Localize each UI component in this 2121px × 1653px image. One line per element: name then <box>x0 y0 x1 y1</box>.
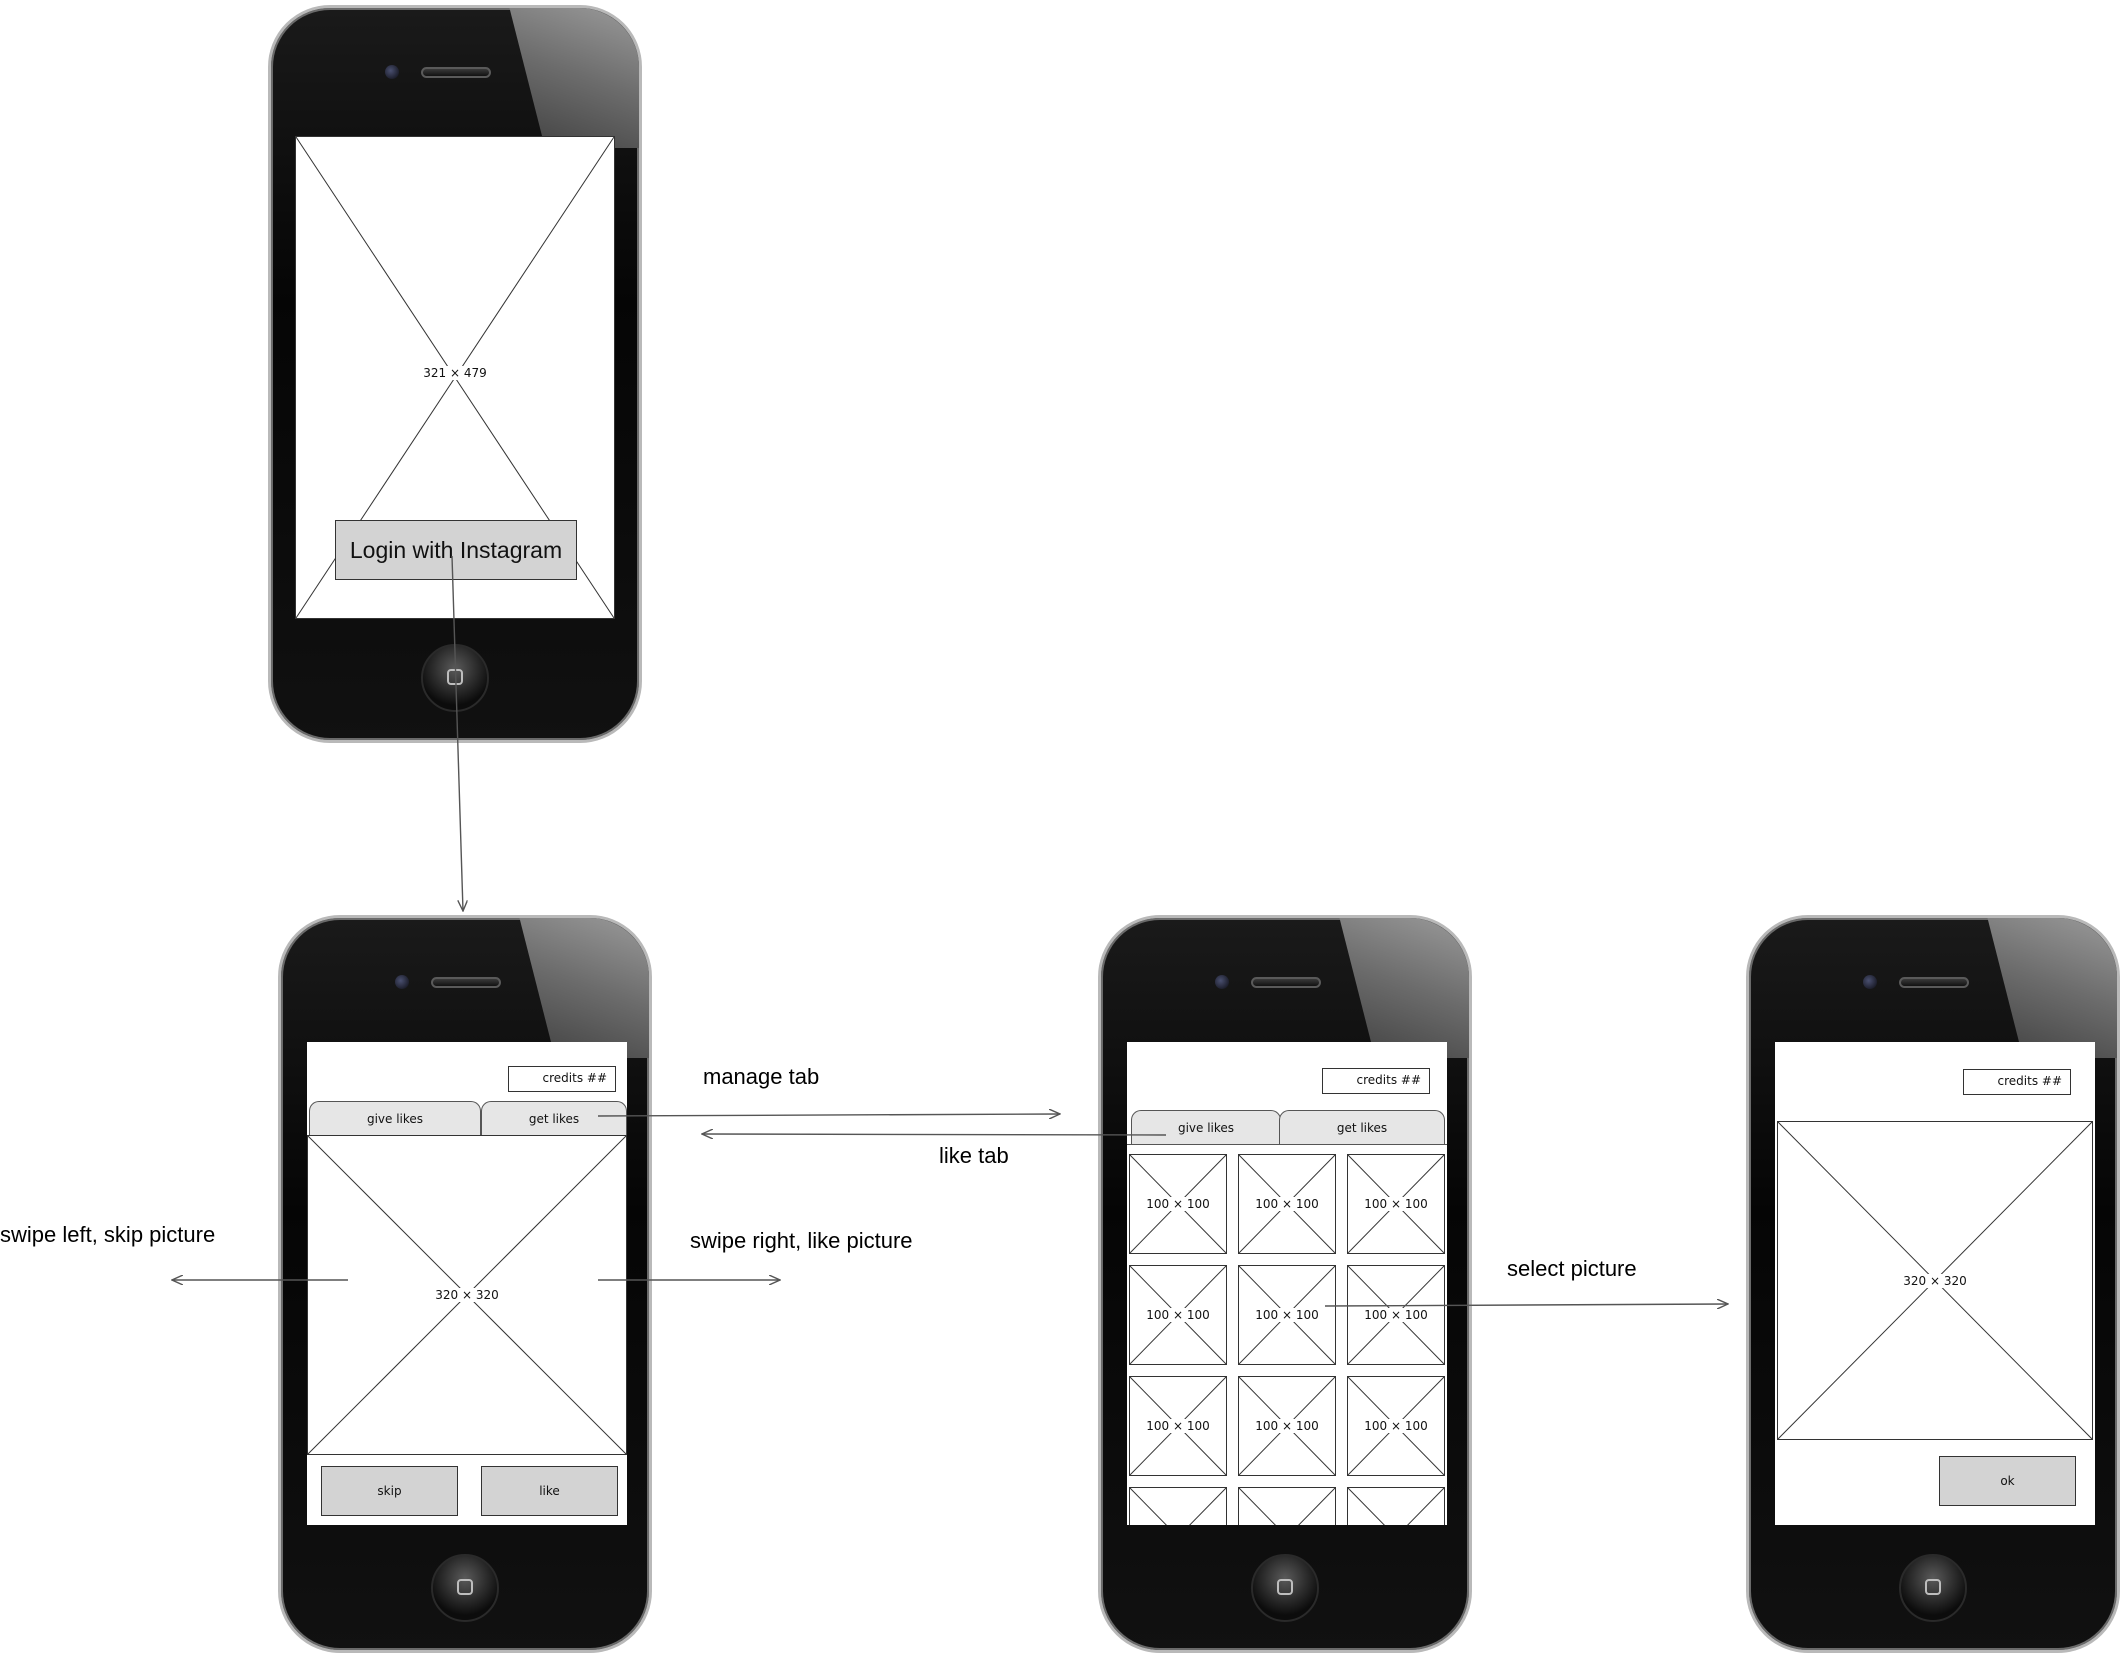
phone-gloss <box>1339 918 1469 1058</box>
thumbnail-placeholder[interactable]: 100 × 100 <box>1347 1376 1445 1476</box>
screen-give-likes: credits ## give likes get likes 320 × 32… <box>307 1042 627 1525</box>
camera-icon <box>1863 975 1877 989</box>
thumbnail-size-label: 100 × 100 <box>1253 1419 1321 1433</box>
thumbnail-size-label: 100 × 100 <box>1144 1308 1212 1322</box>
like-button[interactable]: like <box>481 1466 618 1516</box>
image-placeholder: 320 × 320 <box>307 1135 627 1455</box>
tab-give-likes[interactable]: give likes <box>309 1101 481 1135</box>
placeholder-size-label: 321 × 479 <box>421 365 489 380</box>
phone-get-likes-grid: credits ## give likes get likes 100 × 10… <box>1098 915 1472 1653</box>
phone-login: 321 × 479 Login with Instagram <box>268 5 642 743</box>
home-button-icon[interactable] <box>431 1554 499 1622</box>
ok-button[interactable]: ok <box>1939 1456 2076 1506</box>
speaker-icon <box>1251 977 1321 988</box>
thumbnail-grid: 100 × 100 100 × 100 100 × 100 100 × 100 100 … <box>1127 1144 1447 1525</box>
thumbnail-placeholder[interactable] <box>1238 1487 1336 1525</box>
wireframe-canvas: 321 × 479 Login with Instagram credits #… <box>0 0 2121 1653</box>
phone-gloss <box>1987 918 2117 1058</box>
thumbnail-placeholder[interactable]: 100 × 100 <box>1129 1376 1227 1476</box>
annotation-like-tab: like tab <box>939 1143 1009 1168</box>
thumbnail-size-label: 100 × 100 <box>1144 1197 1212 1211</box>
phone-gloss <box>509 8 639 148</box>
thumbnail-placeholder[interactable] <box>1129 1487 1227 1525</box>
home-button-icon[interactable] <box>1251 1554 1319 1622</box>
phone-give-likes: credits ## give likes get likes 320 × 32… <box>278 915 652 1653</box>
thumbnail-placeholder[interactable]: 100 × 100 <box>1238 1154 1336 1254</box>
placeholder-size-label: 320 × 320 <box>1901 1273 1969 1288</box>
phone-selected-picture: credits ## 320 × 320 ok <box>1746 915 2120 1653</box>
camera-icon <box>395 975 409 989</box>
thumbnail-placeholder[interactable]: 100 × 100 <box>1129 1154 1227 1254</box>
thumbnail-size-label: 100 × 100 <box>1362 1419 1430 1433</box>
image-placeholder: 320 × 320 <box>1777 1121 2093 1440</box>
thumbnail-placeholder[interactable]: 100 × 100 <box>1238 1265 1336 1365</box>
speaker-icon <box>1899 977 1969 988</box>
thumbnail-placeholder[interactable]: 100 × 100 <box>1347 1154 1445 1254</box>
arrow-like-tab <box>702 1134 1167 1135</box>
annotation-select-picture: select picture <box>1507 1256 1637 1281</box>
annotation-swipe-left: swipe left, skip picture <box>0 1222 216 1247</box>
thumbnail-placeholder[interactable]: 100 × 100 <box>1129 1265 1227 1365</box>
home-button-icon[interactable] <box>1899 1554 1967 1622</box>
phone-gloss <box>519 918 649 1058</box>
annotation-manage-tab: manage tab <box>703 1064 820 1089</box>
screen-get-likes: credits ## give likes get likes 100 × 10… <box>1127 1042 1447 1525</box>
tab-get-likes[interactable]: get likes <box>481 1101 627 1135</box>
thumbnail-size-label: 100 × 100 <box>1253 1308 1321 1322</box>
placeholder-size-label: 320 × 320 <box>433 1288 501 1302</box>
annotation-swipe-right: swipe right, like picture <box>690 1228 913 1253</box>
arrow-manage-tab <box>597 1114 1060 1116</box>
camera-icon <box>1215 975 1229 989</box>
tab-give-likes[interactable]: give likes <box>1131 1110 1281 1144</box>
skip-button[interactable]: skip <box>321 1466 458 1516</box>
thumbnail-size-label: 100 × 100 <box>1362 1308 1430 1322</box>
login-instagram-button[interactable]: Login with Instagram <box>335 520 577 580</box>
camera-icon <box>385 65 399 79</box>
screen-login: 321 × 479 Login with Instagram <box>295 136 615 619</box>
screen-selected: credits ## 320 × 320 ok <box>1775 1042 2095 1525</box>
thumbnail-placeholder[interactable]: 100 × 100 <box>1238 1376 1336 1476</box>
credits-box: credits ## <box>1963 1069 2071 1095</box>
thumbnail-placeholder[interactable]: 100 × 100 <box>1347 1265 1445 1365</box>
thumbnail-size-label: 100 × 100 <box>1253 1197 1321 1211</box>
thumbnail-placeholder[interactable] <box>1347 1487 1445 1525</box>
thumbnail-size-label: 100 × 100 <box>1362 1197 1430 1211</box>
home-button-icon[interactable] <box>421 644 489 712</box>
speaker-icon <box>421 67 491 78</box>
credits-box: credits ## <box>1322 1068 1430 1094</box>
tab-get-likes[interactable]: get likes <box>1279 1110 1445 1144</box>
thumbnail-size-label: 100 × 100 <box>1144 1419 1212 1433</box>
speaker-icon <box>431 977 501 988</box>
credits-box: credits ## <box>508 1066 616 1092</box>
